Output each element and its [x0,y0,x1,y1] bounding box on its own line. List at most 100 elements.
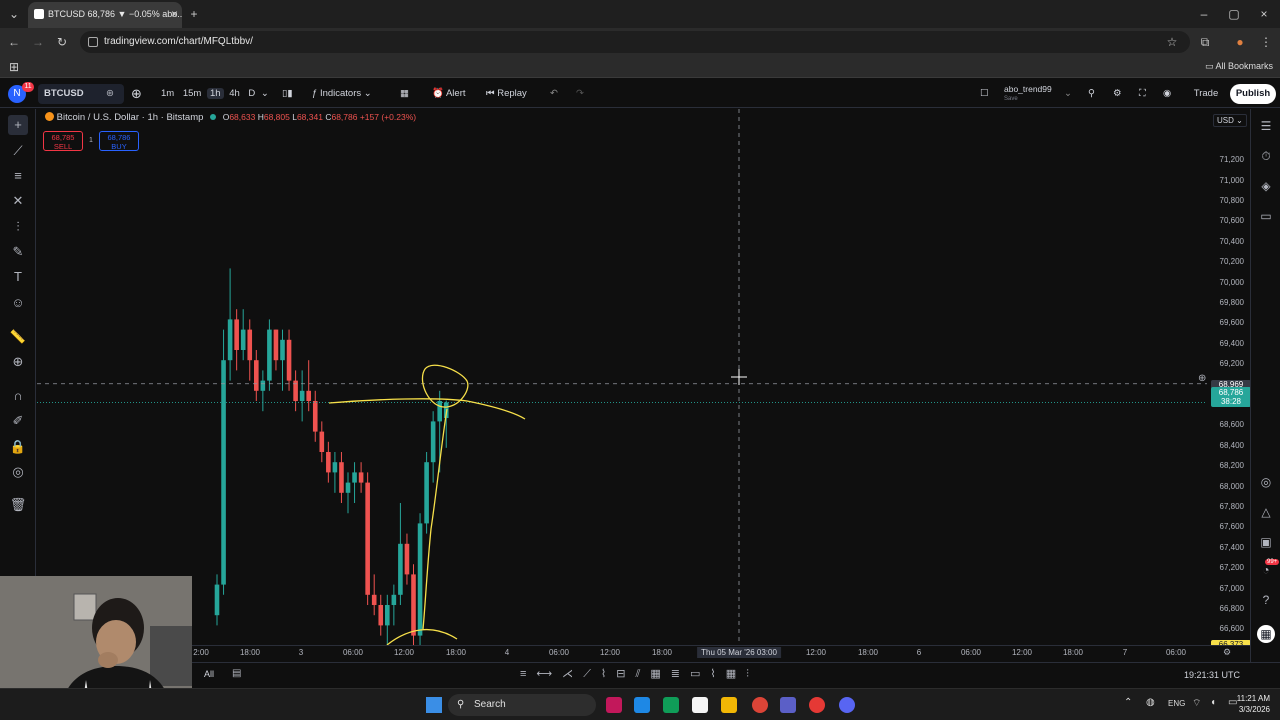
site-info-icon[interactable] [88,37,98,47]
fullscreen-icon[interactable]: ⛶ [1139,80,1146,108]
range-all-button[interactable]: All [204,669,214,679]
candle-body [319,431,325,452]
all-bookmarks[interactable]: ▭ All Bookmarks [1205,61,1273,72]
buy-button[interactable]: 68,786 BUY [99,131,139,151]
forward-icon[interactable]: → [26,28,50,56]
chrome-icon[interactable] [752,697,768,713]
alerts-clock-icon[interactable]: ⏱ [1257,147,1275,165]
utc-clock[interactable]: 19:21:31 UTC [1184,670,1240,680]
currency-selector[interactable]: USD ⌄ [1213,114,1247,127]
templates-icon[interactable]: ▦ [400,80,409,108]
replay-button[interactable]: ⏮ Replay [486,80,527,108]
candle-type-icon[interactable]: ▯▮ [282,80,292,108]
back-icon[interactable]: ← [2,28,26,56]
windows-start-icon[interactable] [426,697,442,713]
stay-in-drawing-icon[interactable]: ✐ [8,411,28,431]
app-icon-red[interactable] [606,697,622,713]
taskbar-search[interactable]: ⚲ Search [448,694,596,716]
browser-menu-icon[interactable]: ⋮ [1254,28,1278,56]
magnet-icon[interactable]: ∩ [8,386,28,406]
copilot-icon[interactable] [634,697,650,713]
close-tab-icon[interactable]: × [171,2,178,26]
settings-gear-icon[interactable]: ⚙ [1113,80,1122,108]
brush-icon[interactable]: ✎ [8,242,28,262]
zoom-in-icon[interactable]: ⊕ [8,352,28,372]
emoji-icon[interactable]: ☺ [8,293,28,313]
indicators-button[interactable]: ƒ Indicators ⌄ [312,80,372,108]
compare-symbol-icon[interactable]: ⊕ [131,80,142,108]
price-axis[interactable]: USD ⌄ 71,200 71,000 70,800 70,600 70,400 70,2… [1207,109,1251,649]
time-axis[interactable]: 2:00 18:00 3 06:00 12:00 18:00 4 06:00 12:00 18:0… [37,645,1250,661]
tray-overflow-icon[interactable]: ⌃ [1124,697,1132,708]
ideas-icon[interactable]: △ [1257,503,1275,521]
language-indicator[interactable]: ENG [1168,699,1185,708]
edge-browser-icon[interactable] [663,697,679,713]
notepad-icon[interactable] [692,697,708,713]
ruler-icon[interactable]: 📏 [8,327,28,347]
trend-line-icon[interactable]: ⟋ [8,141,28,161]
extensions-icon[interactable]: ⧉ [1193,28,1217,56]
target-icon[interactable]: ◎ [1257,473,1275,491]
undo-icon[interactable]: ↶ [550,80,558,108]
symbol-title[interactable]: Bitcoin / U.S. Dollar · 1h · Bitstamp [57,112,204,123]
tray-app-icon[interactable]: ◍ [1146,697,1155,708]
new-tab-icon[interactable]: + [182,0,206,28]
tab-search-icon[interactable]: ⌄ [2,0,26,28]
file-explorer-icon[interactable] [721,697,737,713]
symbol-search-icon[interactable]: ⊛ [106,80,114,108]
apps-grid-icon[interactable]: ⊞ [2,56,26,78]
discord-icon[interactable] [839,697,855,713]
bookmark-star-icon[interactable]: ☆ [1160,28,1184,56]
network-icon[interactable]: ⌔ [1192,697,1201,710]
time-tick: 2:00 [193,648,209,657]
apps-grid-icon[interactable]: ▦ [1257,625,1275,643]
minimize-icon[interactable]: – [1192,0,1216,28]
watchlist-icon[interactable]: ☰ [1257,117,1275,135]
volume-icon[interactable]: ◖ [1210,697,1216,708]
hide-drawings-icon[interactable]: ◎ [8,462,28,482]
address-bar[interactable]: tradingview.com/chart/MFQLtbbv/ [80,31,1190,53]
publish-button[interactable]: Publish [1230,84,1276,104]
calendar-icon[interactable]: ▣ [1257,533,1275,551]
taskbar-clock[interactable]: 11:21 AM 3/3/2026 [1228,693,1270,715]
pattern-icon[interactable]: ✕ [8,191,28,211]
interval-15m[interactable]: 15m [180,88,204,99]
chart-pane[interactable]: Bitcoin / U.S. Dollar · 1h · Bitstamp O6… [37,109,1207,645]
axis-settings-icon[interactable]: ⚙ [1223,647,1231,658]
bitcoin-logo-icon [45,112,54,121]
maximize-icon[interactable]: ▢ [1222,0,1246,28]
interval-d[interactable]: D [245,88,258,99]
trash-icon[interactable]: 🗑 [8,495,28,515]
text-tool-icon[interactable]: T [8,267,28,287]
layout-dropdown-icon[interactable]: ⌄ [1064,80,1072,108]
app-icon-circle[interactable] [809,697,825,713]
close-window-icon[interactable]: × [1252,0,1276,28]
add-alert-plus-icon[interactable]: ⊕ [1198,373,1206,384]
redo-icon[interactable]: ↷ [576,80,584,108]
interval-4h[interactable]: 4h [226,88,243,99]
object-tree-icon[interactable]: ◈ [1257,177,1275,195]
drawing-shortcuts[interactable]: ≡⟷⋌⟋⌇⊟⫽▦≣▭⌇▦⫶ [520,667,759,681]
help-icon[interactable]: ? [1257,591,1275,609]
lock-icon[interactable]: 🔒 [8,437,28,457]
price-chart[interactable] [37,109,1207,645]
profile-avatar[interactable]: ● [1228,28,1252,56]
quick-search-icon[interactable]: ⚲ [1088,80,1095,108]
interval-1m[interactable]: 1m [158,88,177,99]
interval-dropdown-icon[interactable]: ⌄ [261,88,269,99]
teams-icon[interactable] [780,697,796,713]
date-range-icon[interactable]: ▤ [232,668,241,679]
alert-button[interactable]: ⏰ Alert [432,80,466,108]
crosshair-cursor-icon[interactable]: + [8,115,28,135]
sell-button[interactable]: 68,785 SELL [43,131,83,151]
fib-retracement-icon[interactable]: ≡ [8,166,28,186]
forecast-icon[interactable]: ⫶ [8,217,28,237]
interval-1h[interactable]: 1h [206,88,224,99]
layout-name-button[interactable]: abo_trend99 Save [1004,84,1052,104]
layout-checkbox-icon[interactable]: ☐ [980,80,989,108]
snapshot-camera-icon[interactable]: ◉ [1163,80,1171,108]
chat-icon[interactable]: ▭ [1257,207,1275,225]
trade-button[interactable]: Trade [1188,84,1224,104]
reload-icon[interactable]: ↻ [50,28,74,56]
browser-tab[interactable]: BTCUSD 68,786 ▼ −0.05% abo... × [28,2,182,28]
